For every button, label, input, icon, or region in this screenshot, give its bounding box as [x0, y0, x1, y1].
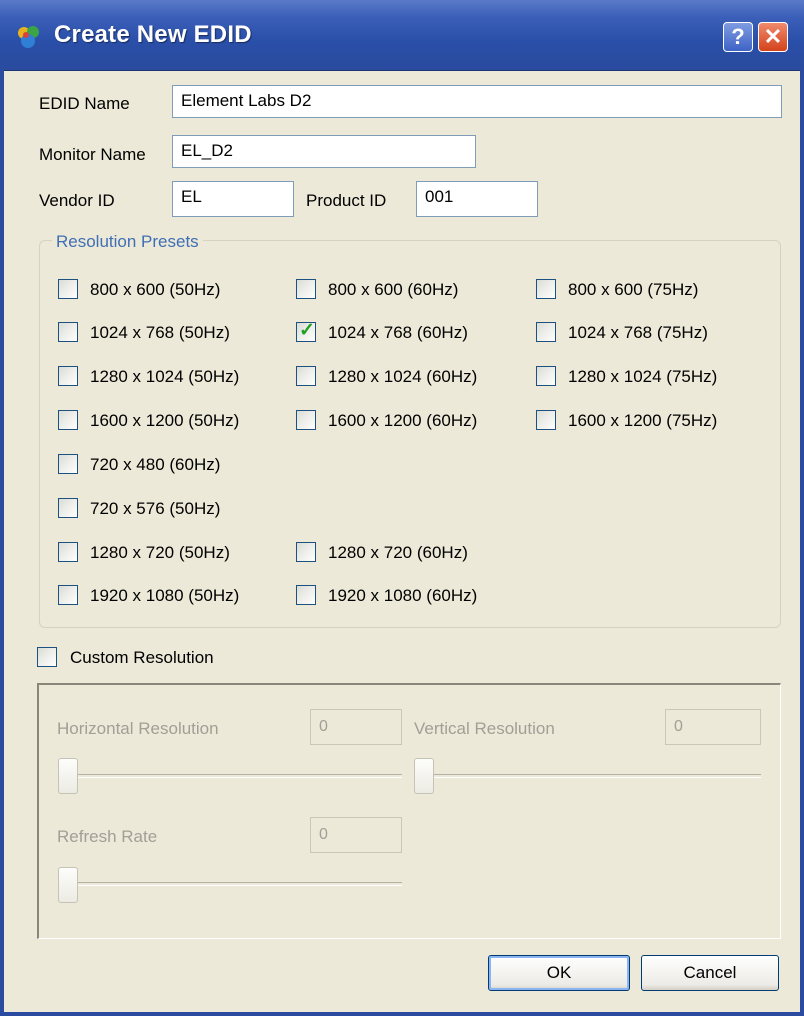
preset-checkbox[interactable] [296, 410, 316, 430]
window-frame-right [800, 70, 804, 1016]
checkmark-icon: ✓ [299, 320, 315, 341]
preset-checkbox[interactable] [58, 585, 78, 605]
custom-resolution-checkbox[interactable] [37, 647, 57, 667]
title-bar[interactable]: Create New EDID ? ✕ [0, 0, 804, 71]
preset-checkbox[interactable] [58, 542, 78, 562]
monitor-name-label: Monitor Name [39, 145, 146, 164]
window-frame-bottom [0, 1012, 804, 1016]
custom-resolution-label[interactable]: Custom Resolution [70, 648, 214, 668]
preset-label[interactable]: 1024 x 768 (60Hz) [328, 323, 468, 343]
preset-label[interactable]: 1920 x 1080 (60Hz) [328, 586, 477, 606]
preset-checkbox[interactable] [58, 498, 78, 518]
preset-label[interactable]: 1024 x 768 (50Hz) [90, 323, 230, 343]
help-button[interactable]: ? [723, 22, 753, 52]
preset-label[interactable]: 720 x 576 (50Hz) [90, 499, 220, 519]
vendor-id-label: Vendor ID [39, 191, 115, 210]
preset-label[interactable]: 720 x 480 (60Hz) [90, 455, 220, 475]
preset-label[interactable]: 1280 x 1024 (50Hz) [90, 367, 239, 387]
preset-label[interactable]: 1600 x 1200 (50Hz) [90, 411, 239, 431]
edid-name-input[interactable]: Element Labs D2 [172, 85, 782, 118]
refresh-slider-thumb[interactable] [58, 867, 78, 903]
preset-label[interactable]: 800 x 600 (50Hz) [90, 280, 220, 300]
product-id-label: Product ID [306, 191, 387, 210]
monitor-name-input[interactable]: EL_D2 [172, 135, 476, 168]
vertical-resolution-input[interactable]: 0 [665, 709, 761, 745]
resolution-presets-title: Resolution Presets [52, 232, 203, 252]
create-edid-dialog: Create New EDID ? ✕ EDID Name Element La… [0, 0, 804, 1016]
horizontal-slider-track[interactable] [60, 774, 402, 778]
preset-label[interactable]: 1600 x 1200 (75Hz) [568, 411, 717, 431]
vendor-id-input[interactable]: EL [172, 181, 294, 217]
preset-label[interactable]: 800 x 600 (75Hz) [568, 280, 698, 300]
preset-checkbox[interactable] [58, 366, 78, 386]
horizontal-resolution-input[interactable]: 0 [310, 709, 402, 745]
vertical-resolution-label: Vertical Resolution [414, 719, 555, 738]
preset-checkbox[interactable]: ✓ [296, 320, 316, 342]
refresh-slider-track[interactable] [60, 882, 402, 886]
preset-label[interactable]: 1920 x 1080 (50Hz) [90, 586, 239, 606]
preset-checkbox[interactable] [296, 279, 316, 299]
preset-label[interactable]: 1600 x 1200 (60Hz) [328, 411, 477, 431]
window-title: Create New EDID [54, 21, 252, 48]
edid-name-label: EDID Name [39, 94, 130, 113]
preset-checkbox[interactable] [58, 454, 78, 474]
vertical-slider-thumb[interactable] [414, 758, 434, 794]
preset-checkbox[interactable] [536, 279, 556, 299]
close-button[interactable]: ✕ [758, 22, 788, 52]
preset-checkbox[interactable] [58, 410, 78, 430]
refresh-rate-input[interactable]: 0 [310, 817, 402, 853]
product-id-input[interactable]: 001 [416, 181, 538, 217]
app-icon [18, 26, 39, 48]
preset-checkbox[interactable] [536, 366, 556, 386]
preset-checkbox[interactable] [58, 322, 78, 342]
horizontal-resolution-label: Horizontal Resolution [57, 719, 219, 738]
window-frame-left [0, 70, 4, 1016]
preset-label[interactable]: 1280 x 1024 (60Hz) [328, 367, 477, 387]
preset-checkbox[interactable] [296, 542, 316, 562]
preset-checkbox[interactable] [296, 585, 316, 605]
preset-checkbox[interactable] [58, 279, 78, 299]
ok-button[interactable]: OK [488, 955, 630, 991]
preset-checkbox[interactable] [536, 322, 556, 342]
preset-label[interactable]: 1280 x 720 (50Hz) [90, 543, 230, 563]
preset-label[interactable]: 1024 x 768 (75Hz) [568, 323, 708, 343]
preset-label[interactable]: 1280 x 720 (60Hz) [328, 543, 468, 563]
preset-label[interactable]: 1280 x 1024 (75Hz) [568, 367, 717, 387]
vertical-slider-track[interactable] [416, 774, 761, 778]
preset-label[interactable]: 800 x 600 (60Hz) [328, 280, 458, 300]
preset-checkbox[interactable] [536, 410, 556, 430]
horizontal-slider-thumb[interactable] [58, 758, 78, 794]
cancel-button[interactable]: Cancel [641, 955, 779, 991]
preset-checkbox[interactable] [296, 366, 316, 386]
refresh-rate-label: Refresh Rate [57, 827, 158, 846]
